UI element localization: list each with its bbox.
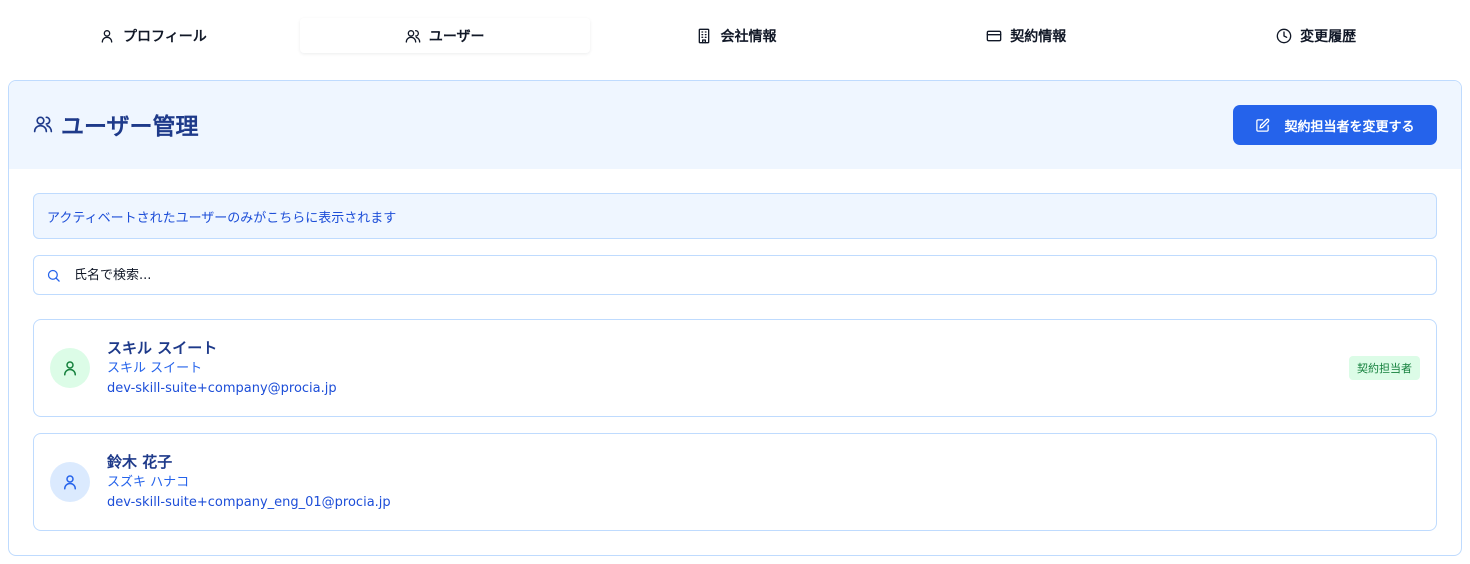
user-icon (64, 475, 76, 490)
user-card[interactable]: スキル スイート スキル スイート dev-skill-suite+compan… (33, 319, 1437, 417)
change-contract-owner-label: 契約担当者を変更する (1284, 119, 1415, 135)
user-email: dev-skill-suite+company@procia.jp (107, 380, 337, 396)
avatar (50, 348, 90, 388)
clock-icon (1276, 28, 1292, 44)
change-contract-owner-button[interactable]: 契約担当者を変更する (1233, 105, 1437, 145)
user-management-card: ユーザー管理 契約担当者を変更する アクティベートされたユーザーのみがこちらに表… (8, 80, 1462, 556)
search-icon (47, 269, 60, 282)
user-email: dev-skill-suite+company_eng_01@procia.jp (107, 494, 391, 510)
tab-label: プロフィール (123, 29, 207, 45)
tab-users[interactable]: ユーザー (299, 18, 590, 53)
tab-label: ユーザー (428, 28, 485, 45)
tab-bar: プロフィール ユーザー 会社情報 契約情報 変更履歴 (8, 14, 1461, 58)
user-card[interactable]: 鈴木 花子 スズキ ハナコ dev-skill-suite+company_en… (33, 433, 1437, 531)
page-title-text: ユーザー管理 (61, 114, 199, 140)
card-header: ユーザー管理 契約担当者を変更する (9, 81, 1461, 169)
tab-label: 契約情報 (1010, 29, 1067, 45)
tab-label: 変更履歴 (1300, 29, 1357, 45)
search-input[interactable] (74, 267, 1414, 283)
tab-profile[interactable]: プロフィール (8, 14, 298, 58)
tab-company[interactable]: 会社情報 (592, 14, 882, 58)
user-name: 鈴木 花子 (107, 452, 173, 471)
users-icon (33, 116, 53, 133)
tab-label: 会社情報 (720, 29, 777, 45)
users-icon (405, 29, 421, 43)
search-box (33, 255, 1437, 295)
credit-card-icon (986, 30, 1002, 42)
contract-owner-badge: 契約担当者 (1349, 356, 1420, 380)
building-icon (699, 28, 710, 44)
page-title: ユーザー管理 (33, 107, 199, 141)
user-kana: スズキ ハナコ (107, 474, 190, 490)
avatar (50, 462, 90, 502)
user-icon (101, 30, 113, 43)
user-kana: スキル スイート (107, 360, 203, 376)
user-info: スキル スイート スキル スイート dev-skill-suite+compan… (107, 338, 337, 399)
user-icon (64, 361, 76, 376)
edit-icon (1256, 118, 1270, 132)
info-notice-text: アクティベートされたユーザーのみがこちらに表示されます (47, 210, 397, 226)
tab-history[interactable]: 変更履歴 (1171, 14, 1461, 58)
tab-contract[interactable]: 契約情報 (881, 14, 1171, 58)
user-info: 鈴木 花子 スズキ ハナコ dev-skill-suite+company_en… (107, 452, 391, 513)
user-name: スキル スイート (107, 338, 218, 357)
info-notice: アクティベートされたユーザーのみがこちらに表示されます (33, 193, 1437, 239)
